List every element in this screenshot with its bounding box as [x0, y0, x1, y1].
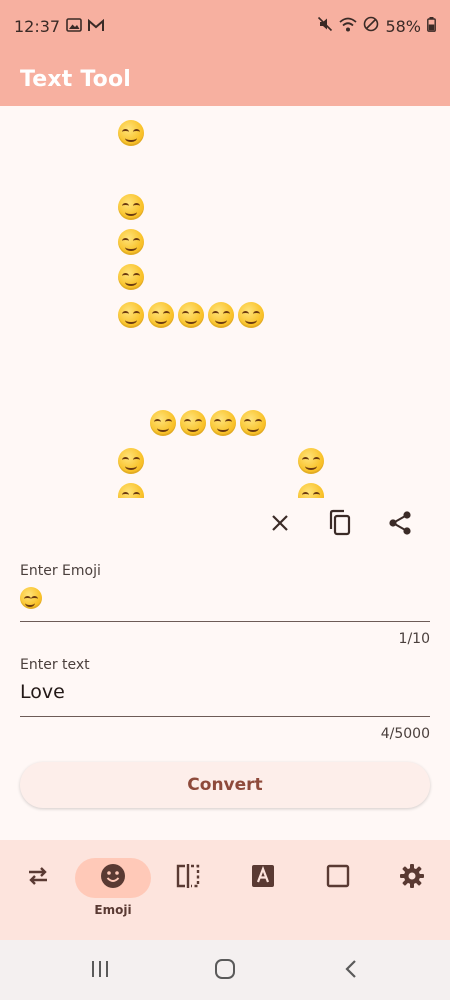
emoji-art-cell	[298, 448, 324, 474]
emoji-art-cell	[208, 302, 234, 328]
battery-level: 58%	[385, 16, 421, 36]
app-bar: Text Tool	[0, 52, 450, 106]
recent-apps-button[interactable]	[85, 956, 115, 986]
emoji-art-cell	[180, 410, 206, 436]
emoji-art-cell	[118, 264, 144, 290]
status-bar: 12:37 58%	[0, 0, 450, 52]
output-actions	[0, 505, 450, 545]
copy-icon	[328, 509, 352, 541]
bottom-nav: Emoji	[0, 840, 450, 940]
nav-item-swap[interactable]	[0, 858, 76, 928]
mirror-icon	[175, 863, 201, 893]
nav-item-square[interactable]	[300, 858, 376, 928]
text-field-value[interactable]: Love	[20, 681, 430, 707]
emoji-icon	[100, 863, 126, 893]
emoji-art-cell	[118, 302, 144, 328]
text-field[interactable]: Enter text Love	[20, 657, 430, 717]
swap-icon	[26, 864, 50, 892]
blocked-icon	[363, 16, 379, 36]
emoji-art-cell	[118, 120, 144, 146]
emoji-art-cell	[238, 302, 264, 328]
back-icon	[341, 958, 361, 984]
square-icon	[326, 864, 350, 892]
emoji-field-underline	[20, 621, 430, 622]
nav-pill-emoji	[75, 858, 151, 898]
status-time: 12:37	[14, 16, 61, 36]
nav-item-font[interactable]	[225, 858, 301, 928]
system-nav-bar	[0, 940, 450, 1000]
mute-icon	[317, 16, 333, 36]
nav-item-mirror[interactable]	[150, 858, 226, 928]
share-button[interactable]	[382, 507, 418, 543]
gallery-icon	[66, 17, 82, 36]
emoji-art-output	[0, 106, 450, 498]
emoji-field-counter: 1/10	[398, 631, 430, 647]
emoji-art-cell	[118, 229, 144, 255]
battery-icon	[427, 16, 436, 36]
copy-button[interactable]	[322, 507, 358, 543]
page-title: Text Tool	[20, 66, 132, 92]
emoji-art-cell	[148, 302, 174, 328]
convert-button[interactable]: Convert	[20, 762, 430, 808]
emoji-art-cell	[118, 194, 144, 220]
home-button[interactable]	[210, 956, 240, 986]
output-area[interactable]	[0, 106, 450, 498]
emoji-art-cell	[118, 448, 144, 474]
emoji-field-label: Enter Emoji	[20, 563, 101, 579]
nav-pill-font	[225, 858, 301, 898]
nav-pill-settings	[374, 858, 450, 898]
emoji-art-cell	[298, 483, 324, 498]
text-field-underline	[20, 716, 430, 717]
nav-pill-mirror	[150, 858, 226, 898]
nav-label-emoji: Emoji	[94, 903, 132, 917]
text-field-counter: 4/5000	[380, 726, 430, 742]
text-field-label: Enter text	[20, 657, 90, 673]
font-icon	[251, 864, 275, 892]
gear-icon	[399, 863, 425, 893]
back-button[interactable]	[336, 956, 366, 986]
mail-icon	[88, 17, 105, 36]
wifi-icon	[339, 17, 358, 36]
emoji-field-value[interactable]	[20, 585, 430, 611]
emoji-art-cell	[118, 483, 144, 498]
emoji-art-cell	[210, 410, 236, 436]
nav-pill-swap	[0, 858, 76, 898]
nav-pill-square	[300, 858, 376, 898]
emoji-field[interactable]: Enter Emoji	[20, 563, 430, 622]
nav-item-emoji[interactable]: Emoji	[75, 858, 151, 928]
share-icon	[387, 510, 413, 540]
home-icon	[214, 958, 236, 984]
close-icon	[269, 512, 291, 538]
nav-item-settings[interactable]	[374, 858, 450, 928]
clear-button[interactable]	[262, 507, 298, 543]
recents-icon	[89, 959, 111, 983]
emoji-art-cell	[240, 410, 266, 436]
emoji-art-cell	[150, 410, 176, 436]
emoji-art-cell	[178, 302, 204, 328]
emoji-glyph	[20, 587, 42, 609]
